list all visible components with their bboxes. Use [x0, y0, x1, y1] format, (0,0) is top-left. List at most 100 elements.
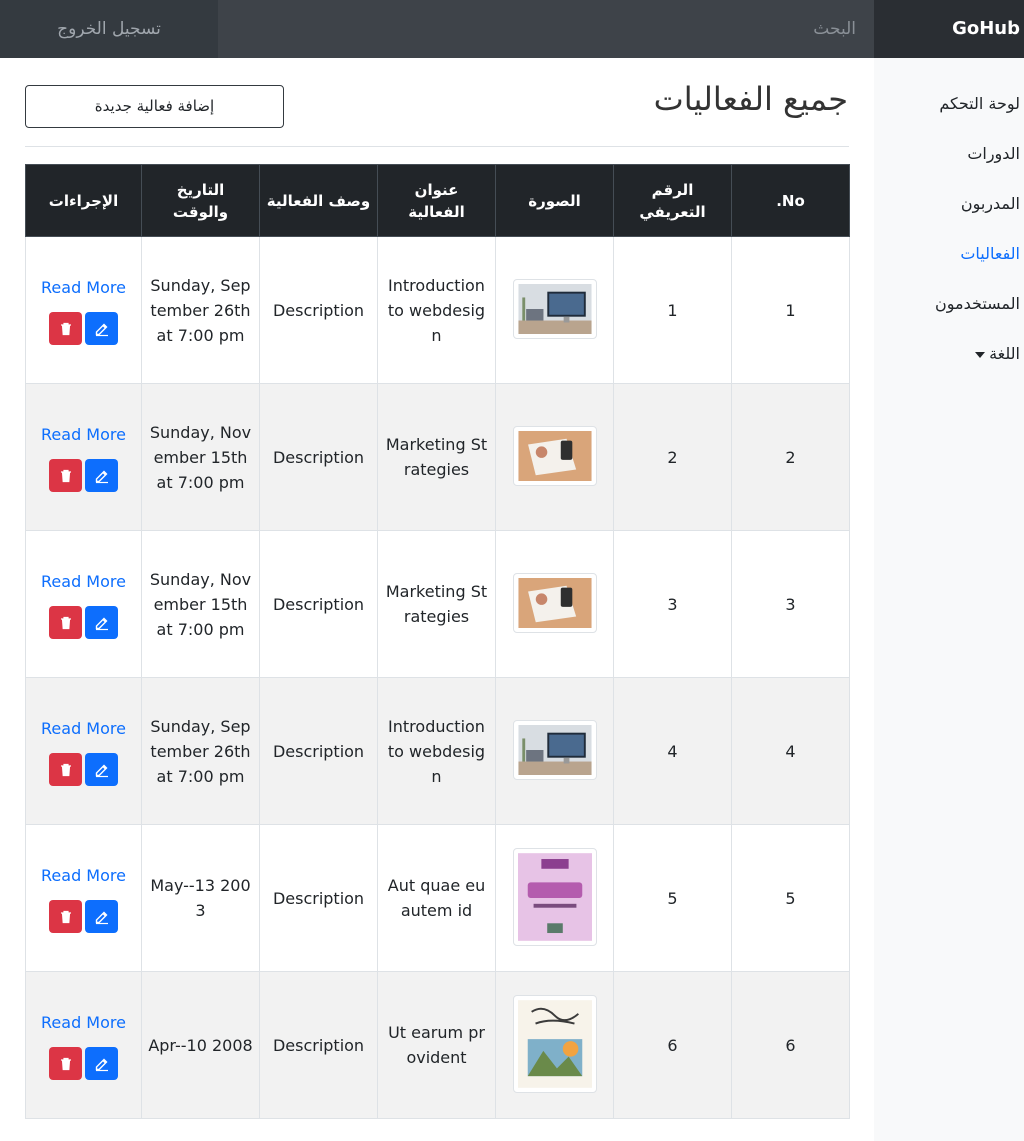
read-more-link[interactable]: Read More: [32, 422, 135, 447]
add-event-button[interactable]: إضافة فعالية جديدة: [25, 85, 284, 128]
event-thumbnail: [512, 279, 597, 339]
cell-description: Description: [259, 383, 378, 531]
table-header-row: No. الرقم التعريفي الصورة عنوان الفعالية…: [25, 164, 850, 237]
edit-button[interactable]: [85, 1047, 118, 1080]
table-row: 1 1 Introduction to webdesign Descriptio…: [25, 236, 850, 384]
cell-description: Description: [259, 236, 378, 384]
sidebar-item-courses[interactable]: الدورات: [967, 144, 1020, 163]
cell-actions: Read More: [25, 236, 142, 384]
trash-icon: [60, 616, 71, 629]
edit-icon: [95, 764, 108, 777]
top-navbar: تسجيل الخروج GoHub: [0, 0, 1024, 58]
cell-no: 6: [731, 971, 850, 1119]
cell-datetime: Sunday, November 15th at 7:00 pm: [141, 383, 260, 531]
event-thumbnail: [512, 720, 597, 780]
edit-button[interactable]: [85, 606, 118, 639]
caret-down-icon: [975, 351, 986, 358]
trash-icon: [60, 910, 71, 923]
cell-image: [495, 824, 614, 972]
cell-description: Description: [259, 971, 378, 1119]
search-input[interactable]: [218, 0, 874, 58]
cell-image: [495, 971, 614, 1119]
trash-icon: [60, 322, 71, 335]
marketing-desk-image: [517, 578, 592, 628]
read-more-link[interactable]: Read More: [32, 863, 135, 888]
edit-icon: [95, 1058, 108, 1071]
cell-image: [495, 530, 614, 678]
cell-id: 3: [613, 530, 732, 678]
header-image: الصورة: [495, 164, 614, 237]
desk-computer-image: [517, 284, 592, 334]
read-more-link[interactable]: Read More: [32, 569, 135, 594]
delete-button[interactable]: [49, 312, 82, 345]
trash-icon: [60, 1057, 71, 1070]
cell-actions: Read More: [25, 971, 142, 1119]
edit-icon: [95, 323, 108, 336]
cell-no: 1: [731, 236, 850, 384]
edit-button[interactable]: [85, 459, 118, 492]
edit-icon: [95, 617, 108, 630]
cell-description: Description: [259, 824, 378, 972]
sidebar-item-language[interactable]: اللغة: [975, 344, 1020, 363]
table-row: 6 6 Ut earum provident Description Apr--…: [25, 971, 850, 1119]
cell-datetime: Sunday, November 15th at 7:00 pm: [141, 530, 260, 678]
edit-icon: [95, 911, 108, 924]
cell-title: Introduction to webdesign: [377, 236, 496, 384]
marketing-desk-image: [517, 431, 592, 481]
sidebar-item-dashboard[interactable]: لوحة التحكم: [939, 94, 1020, 113]
cell-no: 3: [731, 530, 850, 678]
cell-datetime: May--13 2003: [141, 824, 260, 972]
trash-icon: [60, 763, 71, 776]
logout-link[interactable]: تسجيل الخروج: [0, 0, 218, 58]
delete-button[interactable]: [49, 900, 82, 933]
sidebar-item-users[interactable]: المستخدمون: [935, 294, 1020, 313]
event-thumbnail: [512, 995, 597, 1093]
header-id: الرقم التعريفي: [613, 164, 732, 237]
sidebar-item-trainers[interactable]: المدربون: [961, 194, 1020, 213]
cell-title: Marketing Strategies: [377, 383, 496, 531]
cell-datetime: Sunday, September 26th at 7:00 pm: [141, 677, 260, 825]
table-row: 4 4 Introduction to webdesign Descriptio…: [25, 677, 850, 825]
cell-no: 5: [731, 824, 850, 972]
edit-button[interactable]: [85, 753, 118, 786]
delete-button[interactable]: [49, 1047, 82, 1080]
cell-no: 4: [731, 677, 850, 825]
cell-datetime: Sunday, September 26th at 7:00 pm: [141, 236, 260, 384]
desk-computer-image: [517, 725, 592, 775]
header-description: وصف الفعالية: [259, 164, 378, 237]
divider: [25, 146, 849, 147]
cell-actions: Read More: [25, 824, 142, 972]
cell-image: [495, 383, 614, 531]
header-datetime: التاريخ والوقت: [141, 164, 260, 237]
cell-image: [495, 677, 614, 825]
page-title: جميع الفعاليات: [653, 80, 848, 118]
event-thumbnail: [512, 573, 597, 633]
cell-image: [495, 236, 614, 384]
cell-title: Marketing Strategies: [377, 530, 496, 678]
delete-button[interactable]: [49, 459, 82, 492]
cell-actions: Read More: [25, 383, 142, 531]
trash-icon: [60, 469, 71, 482]
cell-id: 5: [613, 824, 732, 972]
cell-description: Description: [259, 530, 378, 678]
event-thumbnail: [512, 848, 597, 946]
delete-button[interactable]: [49, 606, 82, 639]
cell-actions: Read More: [25, 677, 142, 825]
sidebar-item-events[interactable]: الفعاليات: [960, 244, 1020, 263]
edit-button[interactable]: [85, 900, 118, 933]
cell-no: 2: [731, 383, 850, 531]
header-title: عنوان الفعالية: [377, 164, 496, 237]
edit-button[interactable]: [85, 312, 118, 345]
cell-id: 2: [613, 383, 732, 531]
delete-button[interactable]: [49, 753, 82, 786]
read-more-link[interactable]: Read More: [32, 716, 135, 741]
header-no: No.: [731, 164, 850, 237]
events-table: No. الرقم التعريفي الصورة عنوان الفعالية…: [25, 164, 850, 1119]
read-more-link[interactable]: Read More: [32, 1010, 135, 1035]
table-row: 5 5 Aut quae eu autem id Description May…: [25, 824, 850, 972]
cell-datetime: Apr--10 2008: [141, 971, 260, 1119]
table-row: 2 2 Marketing Strategies Description Sun…: [25, 383, 850, 531]
brand-logo[interactable]: GoHub: [874, 0, 1024, 58]
read-more-link[interactable]: Read More: [32, 275, 135, 300]
header-actions: الإجراءات: [25, 164, 142, 237]
